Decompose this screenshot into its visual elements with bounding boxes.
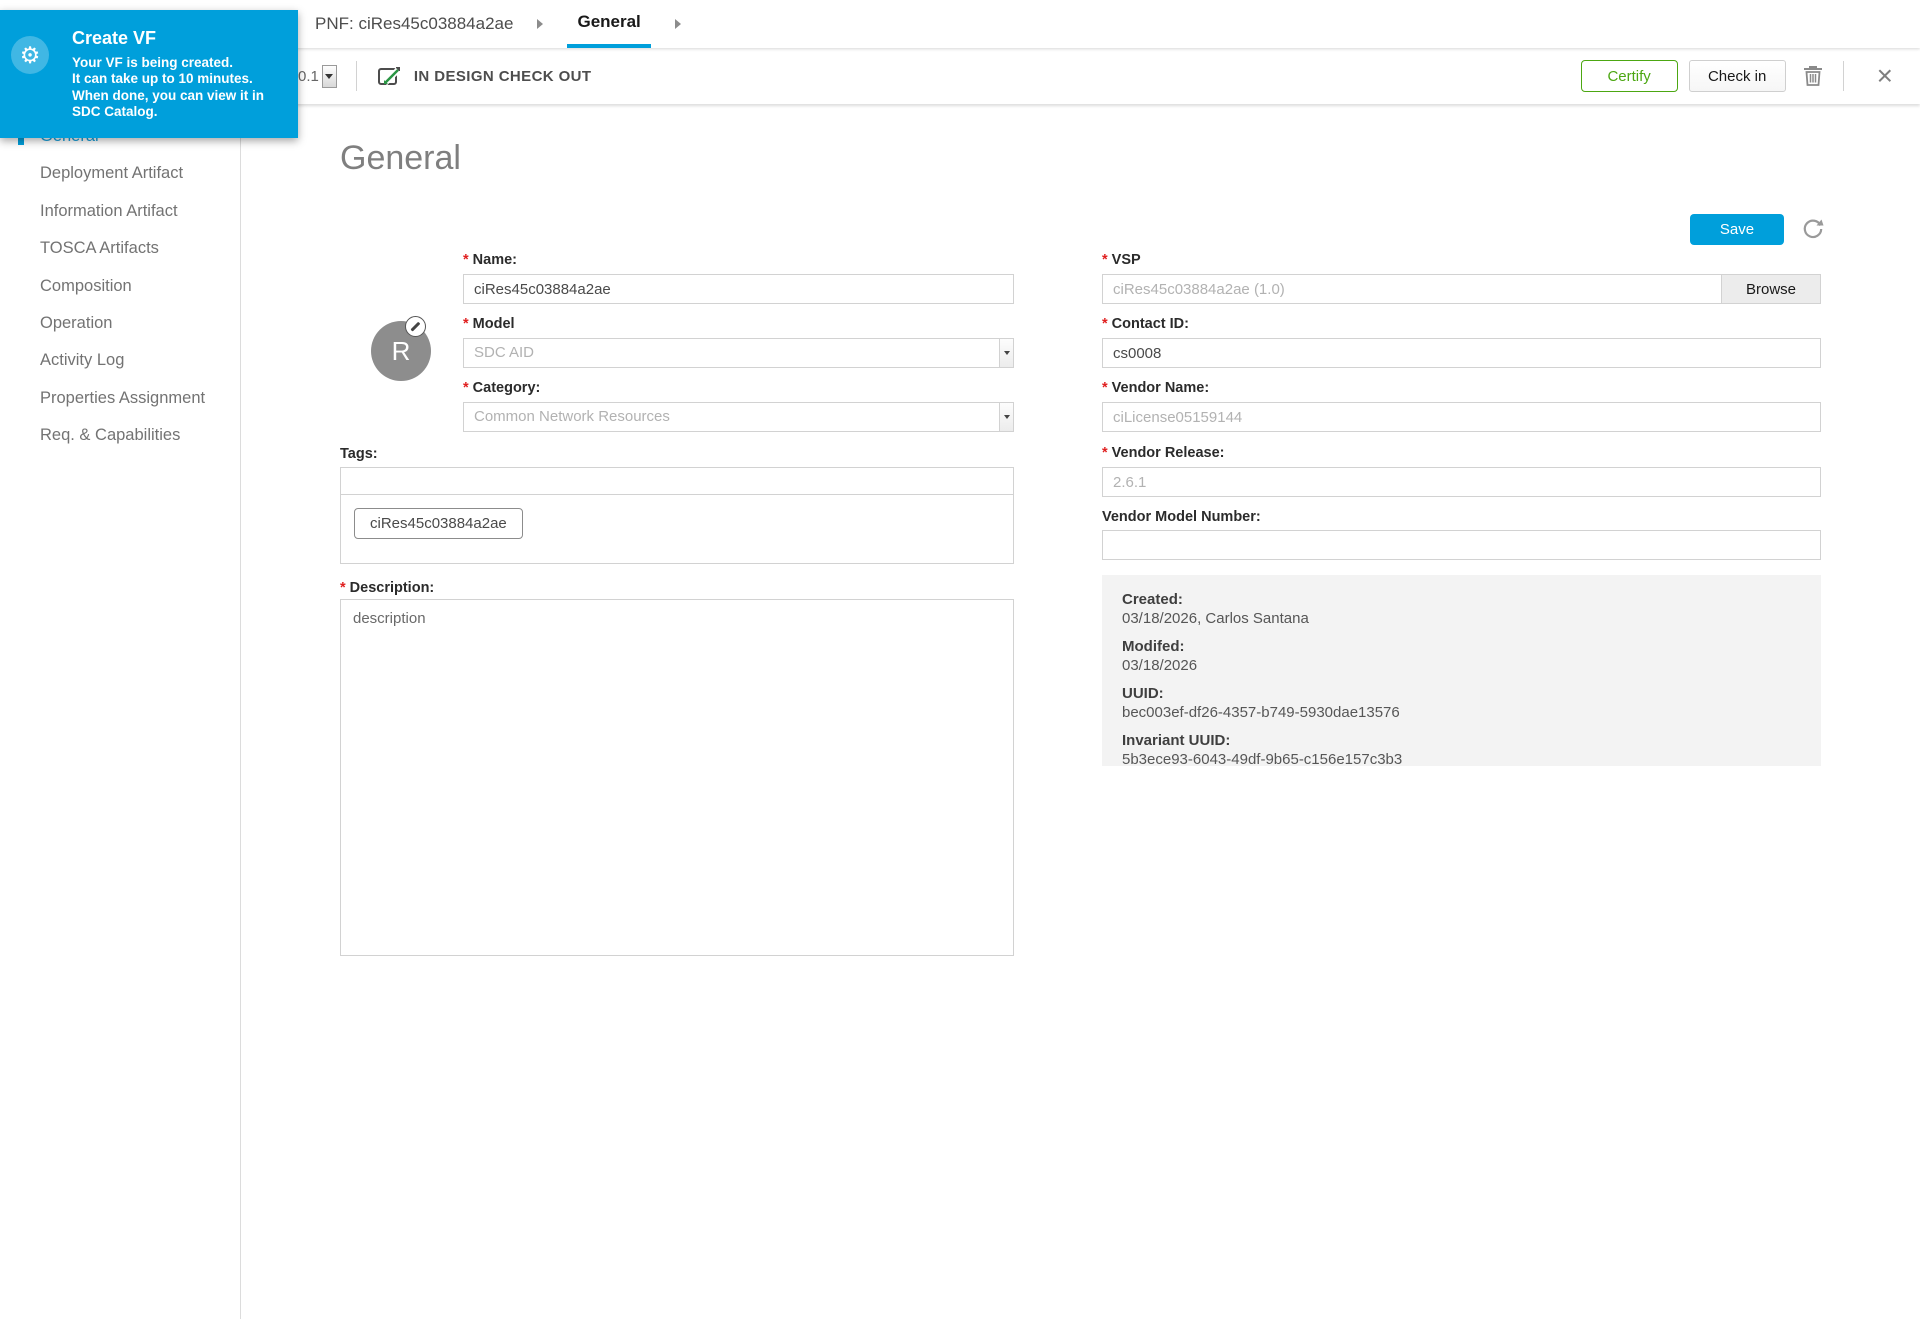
metadata-box: Created: 03/18/2026, Carlos Santana Modi… (1102, 575, 1821, 766)
revert-button[interactable] (1800, 215, 1828, 243)
breadcrumb: PNF: ciRes45c03884a2ae General (315, 0, 705, 48)
sidebar-item-properties-assignment[interactable]: Properties Assignment (0, 380, 240, 417)
tag-chip[interactable]: ciRes45c03884a2ae (354, 508, 523, 539)
sidebar-item-deployment-artifact[interactable]: Deployment Artifact (0, 155, 240, 192)
tags-box: ciRes45c03884a2ae (340, 467, 1014, 564)
lifecycle-status: IN DESIGN CHECK OUT (376, 63, 592, 90)
vendor-release-input: 2.6.1 (1102, 467, 1821, 497)
contact-id-label: *Contact ID: (1102, 316, 1189, 332)
created-value: 03/18/2026, Carlos Santana (1122, 609, 1821, 628)
name-input[interactable] (463, 274, 1014, 304)
close-button[interactable]: × (1877, 62, 1893, 90)
tags-input-row (341, 468, 1013, 495)
created-group: Created: 03/18/2026, Carlos Santana (1122, 590, 1821, 628)
breadcrumb-caret-icon (537, 19, 543, 29)
vendor-name-label: *Vendor Name: (1102, 380, 1209, 396)
uuid-group: UUID: bec003ef-df26-4357-b749-5930dae135… (1122, 684, 1821, 722)
modified-group: Modifed: 03/18/2026 (1122, 637, 1821, 675)
model-select[interactable]: SDC AID (463, 338, 1014, 368)
category-select[interactable]: Common Network Resources (463, 402, 1014, 432)
vendor-name-input: ciLicense05159144 (1102, 402, 1821, 432)
vendor-model-number-input[interactable] (1102, 530, 1821, 560)
avatar-edit-button[interactable] (405, 316, 426, 337)
gear-icon: ⚙ (11, 36, 49, 74)
delete-button[interactable] (1802, 64, 1824, 88)
tags-label: Tags: (340, 446, 378, 462)
version-dropdown-icon[interactable] (322, 65, 337, 88)
invariant-uuid-group: Invariant UUID: 5b3ece93-6043-49df-9b65-… (1122, 731, 1821, 769)
vsp-field: ciRes45c03884a2ae (1.0) Browse (1102, 274, 1821, 304)
vendor-model-number-label: Vendor Model Number: (1102, 509, 1261, 525)
save-button[interactable]: Save (1690, 214, 1784, 245)
uuid-value: bec003ef-df26-4357-b749-5930dae13576 (1122, 703, 1821, 722)
modified-value: 03/18/2026 (1122, 656, 1821, 675)
status-text: IN DESIGN CHECK OUT (414, 68, 592, 85)
certify-button[interactable]: Certify (1581, 60, 1678, 92)
browse-button[interactable]: Browse (1722, 274, 1821, 304)
description-textarea[interactable]: description (340, 599, 1014, 956)
trash-icon (1802, 64, 1824, 88)
revert-icon (1800, 216, 1828, 242)
toolbar-divider (356, 61, 357, 91)
chevron-down-icon (999, 403, 1013, 431)
tab-general[interactable]: General (567, 0, 650, 48)
name-label: *Name: (463, 252, 517, 268)
pencil-icon (411, 322, 421, 332)
toolbar-actions: Certify Check in × (1581, 60, 1920, 92)
contact-id-input[interactable] (1102, 338, 1821, 368)
tags-input[interactable] (341, 468, 1013, 494)
breadcrumb-pnf[interactable]: PNF: ciRes45c03884a2ae (315, 14, 513, 34)
toast-title: Create VF (72, 28, 156, 49)
chevron-down-icon (999, 339, 1013, 367)
created-label: Created: (1122, 590, 1821, 609)
vendor-release-label: *Vendor Release: (1102, 445, 1224, 461)
model-label: *Model (463, 316, 515, 332)
invariant-uuid-value: 5b3ece93-6043-49df-9b65-c156e157c3b3 (1122, 750, 1821, 769)
breadcrumb-caret-icon (675, 19, 681, 29)
page-title: General (340, 139, 461, 178)
vsp-input: ciRes45c03884a2ae (1.0) (1102, 274, 1722, 304)
uuid-label: UUID: (1122, 684, 1821, 703)
create-vf-toast[interactable]: ⚙ Create VF Your VF is being created. It… (0, 10, 298, 138)
close-icon: × (1877, 62, 1893, 90)
sidebar: General Deployment Artifact Information … (0, 48, 241, 1319)
modified-label: Modifed: (1122, 637, 1821, 656)
sidebar-item-activity-log[interactable]: Activity Log (0, 342, 240, 379)
sidebar-item-tosca-artifacts[interactable]: TOSCA Artifacts (0, 230, 240, 267)
toolbar-divider (1843, 61, 1844, 91)
sidebar-item-req-capabilities[interactable]: Req. & Capabilities (0, 417, 240, 454)
sidebar-item-composition[interactable]: Composition (0, 268, 240, 305)
toolbar: V0.1 IN DESIGN CHECK OUT Certify Check i… (242, 48, 1920, 104)
sidebar-item-operation[interactable]: Operation (0, 305, 240, 342)
toast-message: Your VF is being created. It can take up… (72, 55, 264, 120)
sdc-general-page: PNF: ciRes45c03884a2ae General V0.1 IN (0, 0, 1920, 1319)
category-label: *Category: (463, 380, 540, 396)
description-label: *Description: (340, 580, 434, 596)
invariant-uuid-label: Invariant UUID: (1122, 731, 1821, 750)
vsp-label: *VSP (1102, 252, 1141, 268)
checkout-pencil-icon (376, 63, 403, 90)
checkin-button[interactable]: Check in (1689, 60, 1786, 92)
sidebar-item-information-artifact[interactable]: Information Artifact (0, 193, 240, 230)
